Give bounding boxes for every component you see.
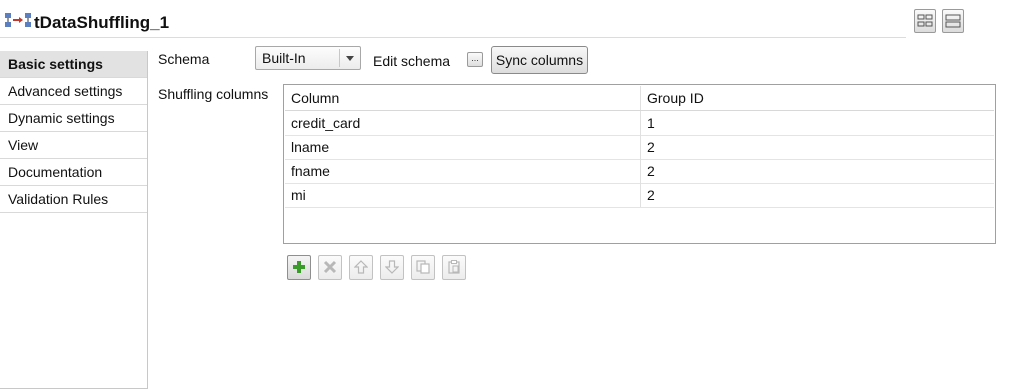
stacked-layout-button[interactable] [942, 9, 964, 33]
sidebar-item-advanced-settings[interactable]: Advanced settings [0, 78, 147, 105]
sidebar-item-basic-settings[interactable]: Basic settings [0, 51, 147, 78]
paste-icon [448, 260, 460, 274]
cell-column[interactable]: credit_card [285, 111, 640, 135]
add-icon [293, 261, 305, 273]
sidebar-item-view[interactable]: View [0, 132, 147, 159]
move-up-icon [354, 260, 368, 274]
component-title: tDataShuffling_1 [34, 13, 170, 32]
sidebar-item-dynamic-settings[interactable]: Dynamic settings [0, 105, 147, 132]
table-header: Column Group ID [285, 86, 994, 111]
stacked-layout-icon [945, 14, 961, 28]
cell-column[interactable]: fname [285, 159, 640, 183]
table-row[interactable]: lname 2 [285, 135, 994, 160]
table-row[interactable]: fname 2 [285, 159, 994, 184]
cell-group-id[interactable]: 2 [641, 135, 994, 159]
schema-select-value: Built-In [262, 50, 306, 66]
copy-button[interactable] [411, 255, 435, 280]
paste-button[interactable] [442, 255, 466, 280]
settings-sidebar: Basic settings Advanced settings Dynamic… [0, 51, 148, 389]
move-up-button[interactable] [349, 255, 373, 280]
edit-schema-button[interactable]: ... [467, 52, 483, 67]
delete-icon [323, 260, 337, 274]
move-down-icon [385, 260, 399, 274]
schema-label: Schema [158, 51, 210, 67]
sidebar-item-validation-rules[interactable]: Validation Rules [0, 186, 147, 213]
cell-group-id[interactable]: 2 [641, 183, 994, 207]
column-header-column[interactable]: Column [285, 86, 640, 110]
cell-column[interactable]: mi [285, 183, 640, 207]
sync-columns-button[interactable]: Sync columns [491, 46, 588, 74]
cell-group-id[interactable]: 2 [641, 159, 994, 183]
component-title-bar: tDataShuffling_1 [0, 0, 906, 38]
sidebar-item-documentation[interactable]: Documentation [0, 159, 147, 186]
combo-separator [339, 49, 340, 67]
grid-layout-button[interactable] [914, 9, 936, 33]
add-row-button[interactable] [287, 255, 311, 280]
cell-group-id[interactable]: 1 [641, 111, 994, 135]
move-down-button[interactable] [380, 255, 404, 280]
shuffling-columns-label: Shuffling columns [158, 86, 269, 102]
table-row[interactable]: credit_card 1 [285, 111, 994, 136]
chevron-down-icon [346, 56, 354, 61]
column-header-group-id[interactable]: Group ID [641, 86, 994, 110]
cell-column[interactable]: lname [285, 135, 640, 159]
schema-select[interactable]: Built-In [255, 46, 361, 70]
delete-row-button[interactable] [318, 255, 342, 280]
table-row[interactable]: mi 2 [285, 183, 994, 208]
shuffling-columns-table: Column Group ID credit_card 1 lname 2 fn… [283, 84, 996, 244]
shuffle-component-icon [5, 13, 31, 27]
edit-schema-label: Edit schema [373, 53, 451, 69]
copy-icon [416, 260, 430, 274]
grid-layout-icon [917, 14, 933, 27]
